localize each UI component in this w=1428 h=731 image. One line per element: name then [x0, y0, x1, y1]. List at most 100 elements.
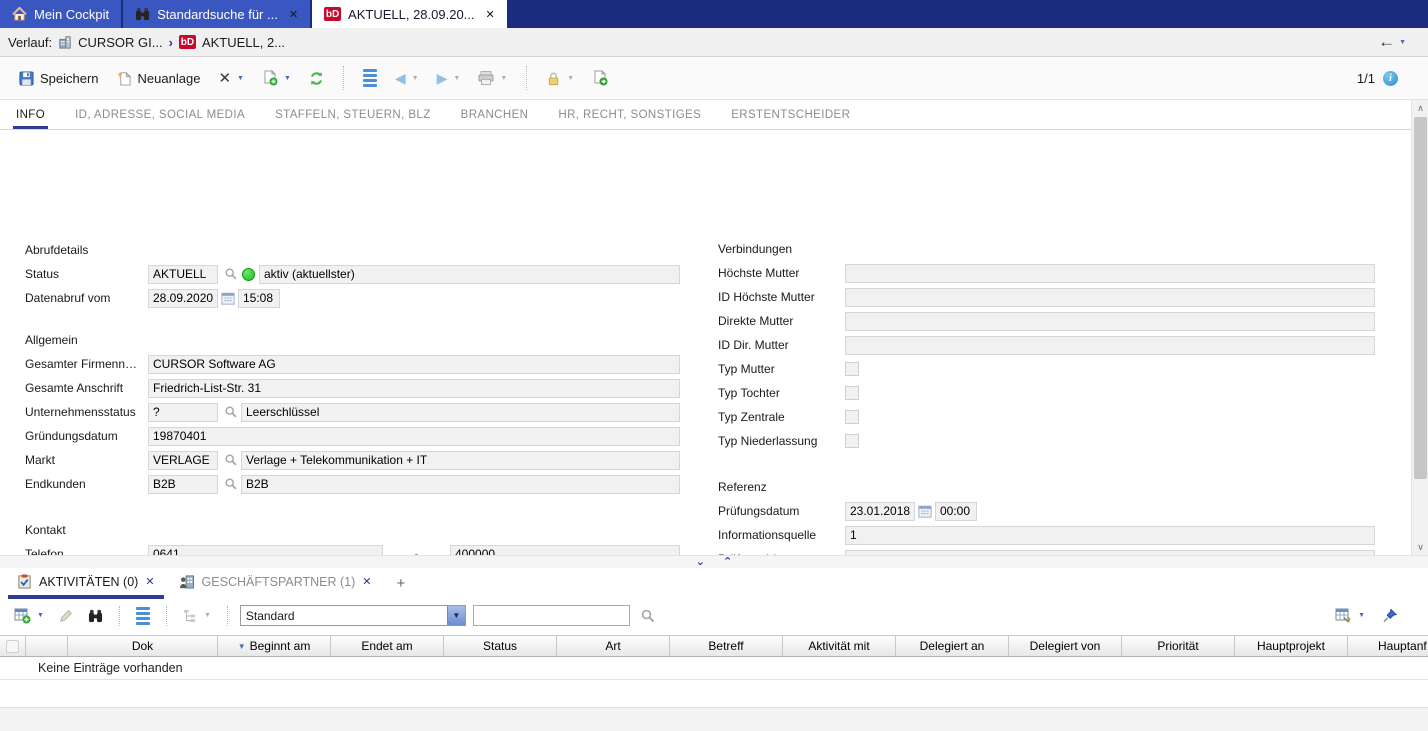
chevron-down-icon[interactable]: ▼	[1358, 612, 1365, 619]
chevron-down-icon[interactable]: ▼	[453, 75, 460, 82]
panel-splitter[interactable]: ⌄ ⌃	[0, 555, 1428, 568]
endkunden-code-input[interactable]	[148, 474, 218, 494]
unternehmensstatus-code-input[interactable]	[148, 402, 218, 422]
history-crumb-cursor[interactable]: CURSOR GI...	[78, 35, 163, 50]
column-endet-am[interactable]: Endet am	[331, 636, 444, 656]
unternehmensstatus-text-input[interactable]	[241, 402, 680, 422]
scrollbar-thumb[interactable]	[1414, 117, 1427, 479]
tab-branchen[interactable]: BRANCHEN	[461, 100, 529, 129]
pruefungsdatum-date-input[interactable]	[845, 501, 915, 521]
duplicate-button[interactable]: ▼	[255, 65, 298, 91]
new-record-button[interactable]: Neuanlage	[110, 66, 208, 91]
column-hauptanfrage[interactable]: Hauptanf	[1348, 636, 1428, 656]
typ-tochter-checkbox[interactable]	[845, 386, 859, 400]
chevron-down-icon[interactable]: ▼	[1399, 39, 1406, 46]
gruendungsdatum-input[interactable]	[148, 426, 680, 446]
hierarchy-view-button[interactable]: ▼	[179, 606, 215, 625]
typ-zentrale-checkbox[interactable]	[845, 410, 859, 424]
refresh-button[interactable]	[302, 66, 331, 91]
lookup-icon[interactable]	[224, 477, 238, 491]
column-betreff[interactable]: Betreff	[670, 636, 783, 656]
tab-info[interactable]: INFO	[12, 100, 49, 129]
lookup-icon[interactable]	[224, 405, 238, 419]
datenabruf-date-input[interactable]	[148, 288, 218, 308]
view-select[interactable]: Standard ▼	[239, 605, 466, 626]
list-view-button[interactable]	[132, 604, 154, 628]
chevron-down-icon[interactable]: ▼	[204, 612, 211, 619]
hoechste-mutter-input[interactable]	[845, 263, 1375, 283]
id-hoechste-mutter-input[interactable]	[845, 287, 1375, 307]
delete-button[interactable]: ✕ ▼	[211, 64, 251, 92]
column-hauptprojekt[interactable]: Hauptprojekt	[1235, 636, 1348, 656]
chevron-down-icon[interactable]: ▼	[237, 75, 244, 82]
tab-aktivitaeten[interactable]: AKTIVITÄTEN (0) ✕	[8, 568, 164, 599]
status-text-input[interactable]	[259, 264, 680, 284]
save-button[interactable]: Speichern	[12, 66, 106, 91]
pin-panel-button[interactable]	[1378, 605, 1402, 626]
firmenname-input[interactable]	[148, 354, 680, 374]
chevron-down-icon[interactable]: ▼	[446, 606, 465, 625]
tab-erstentscheider[interactable]: ERSTENTSCHEIDER	[731, 100, 850, 129]
column-art[interactable]: Art	[557, 636, 670, 656]
quick-search-input[interactable]	[472, 605, 630, 626]
typ-niederlassung-checkbox[interactable]	[845, 434, 859, 448]
add-tab-button[interactable]: +	[387, 568, 416, 599]
endkunden-text-input[interactable]	[241, 474, 680, 494]
history-back-button[interactable]: ←	[1378, 32, 1395, 52]
window-tab-cockpit[interactable]: Mein Cockpit	[0, 0, 122, 28]
anschrift-input[interactable]	[148, 378, 680, 398]
column-icon[interactable]	[26, 636, 68, 656]
calendar-icon[interactable]	[221, 291, 235, 305]
column-status[interactable]: Status	[444, 636, 557, 656]
close-icon[interactable]: ✕	[362, 575, 371, 588]
typ-mutter-checkbox[interactable]	[845, 362, 859, 376]
expand-up-icon[interactable]: ⌃	[723, 557, 732, 568]
scroll-up-icon[interactable]: ∧	[1412, 100, 1428, 116]
direkte-mutter-input[interactable]	[845, 311, 1375, 331]
close-icon[interactable]: ✕	[486, 8, 495, 21]
transfer-record-button[interactable]	[585, 65, 615, 91]
lookup-icon[interactable]	[224, 453, 238, 467]
close-icon[interactable]: ✕	[289, 8, 298, 21]
chevron-down-icon[interactable]: ▼	[284, 75, 291, 82]
chevron-down-icon[interactable]: ▼	[567, 75, 574, 82]
edit-entry-button[interactable]	[55, 606, 77, 626]
table-settings-button[interactable]: ▼	[1331, 605, 1369, 627]
markt-code-input[interactable]	[148, 450, 218, 470]
list-view-button[interactable]	[356, 64, 384, 92]
lock-button[interactable]: ▼	[539, 66, 581, 91]
collapse-down-icon[interactable]: ⌄	[696, 557, 705, 568]
informationsquelle-input[interactable]	[845, 525, 1375, 545]
chevron-down-icon[interactable]: ▼	[37, 612, 44, 619]
tab-id-adresse-social-media[interactable]: ID, ADRESSE, SOCIAL MEDIA	[75, 100, 245, 129]
column-prioritaet[interactable]: Priorität	[1122, 636, 1235, 656]
vertical-scrollbar[interactable]: ∧ ∨	[1411, 100, 1428, 555]
column-beginnt-am[interactable]: ▼ Beginnt am	[218, 636, 331, 656]
column-delegiert-an[interactable]: Delegiert an	[896, 636, 1009, 656]
new-entry-button[interactable]: ▼	[10, 605, 48, 627]
calendar-icon[interactable]	[918, 504, 932, 518]
tab-geschaeftspartner[interactable]: GESCHÄFTSPARTNER (1) ✕	[170, 568, 381, 599]
markt-text-input[interactable]	[241, 450, 680, 470]
datenabruf-time-input[interactable]	[238, 288, 280, 308]
column-aktivitaet-mit[interactable]: Aktivität mit	[783, 636, 896, 656]
tab-staffeln-steuern-blz[interactable]: STAFFELN, STEUERN, BLZ	[275, 100, 431, 129]
column-dok[interactable]: Dok	[68, 636, 218, 656]
tab-hr-recht-sonstiges[interactable]: HR, RECHT, SONSTIGES	[558, 100, 701, 129]
navigate-forward-button[interactable]: ▶ ▼	[430, 65, 468, 92]
window-tab-aktuell[interactable]: bD AKTUELL, 28.09.20... ✕	[312, 0, 507, 28]
chevron-down-icon[interactable]: ▼	[412, 75, 419, 82]
pruefungsdatum-time-input[interactable]	[935, 501, 977, 521]
column-delegiert-von[interactable]: Delegiert von	[1009, 636, 1122, 656]
column-select[interactable]	[0, 636, 26, 656]
history-crumb-aktuell[interactable]: AKTUELL, 2...	[202, 35, 285, 50]
window-tab-standardsuche[interactable]: Standardsuche für ... ✕	[123, 0, 311, 28]
scroll-down-icon[interactable]: ∨	[1412, 539, 1428, 555]
id-dir-mutter-input[interactable]	[845, 335, 1375, 355]
navigate-back-button[interactable]: ◀ ▼	[388, 65, 426, 92]
lookup-icon[interactable]	[224, 267, 238, 281]
print-button[interactable]: ▼	[471, 66, 514, 90]
close-icon[interactable]: ✕	[145, 575, 154, 588]
chevron-down-icon[interactable]: ▼	[500, 75, 507, 82]
search-icon[interactable]	[640, 608, 656, 624]
